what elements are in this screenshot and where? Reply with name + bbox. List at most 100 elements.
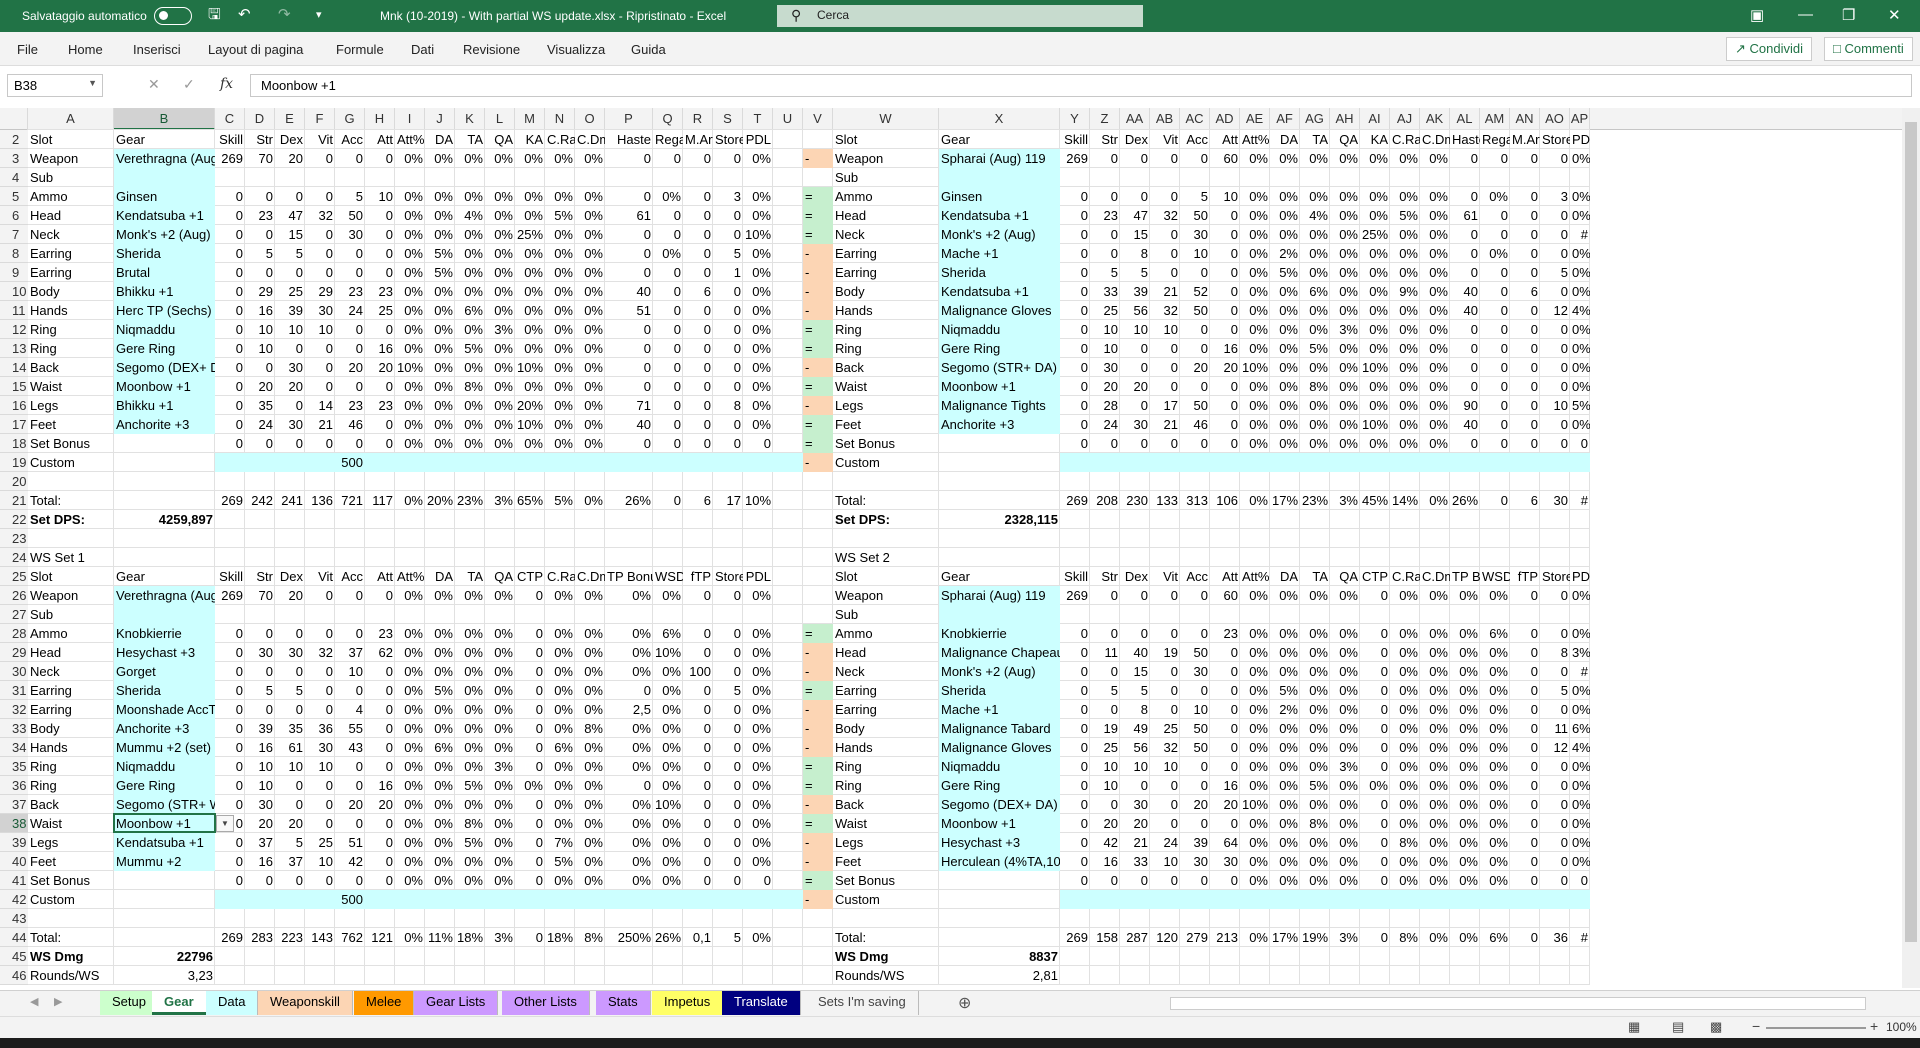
cell[interactable]: 0: [1210, 225, 1240, 244]
column-header[interactable]: G: [335, 108, 365, 130]
cell[interactable]: 0%: [1300, 738, 1330, 757]
cell[interactable]: 61: [275, 738, 305, 757]
cell[interactable]: 0%: [1240, 491, 1270, 510]
cell[interactable]: 0%: [1240, 738, 1270, 757]
cell[interactable]: [653, 453, 683, 472]
row-header[interactable]: 45: [0, 947, 28, 966]
cell[interactable]: 0%: [743, 852, 773, 871]
cell[interactable]: 0: [215, 757, 245, 776]
cell[interactable]: [773, 548, 803, 567]
cell[interactable]: 0%: [1450, 795, 1480, 814]
cell[interactable]: Malignance Gloves: [939, 738, 1060, 757]
cell[interactable]: 0: [683, 871, 713, 890]
cell[interactable]: 0: [1510, 624, 1540, 643]
row-header[interactable]: 44: [0, 928, 28, 947]
cell[interactable]: Store: [1540, 567, 1570, 586]
cell[interactable]: 0%: [425, 776, 455, 795]
cell[interactable]: 0%: [485, 586, 515, 605]
cell[interactable]: Att%: [1240, 567, 1270, 586]
cell[interactable]: 0%: [575, 244, 605, 263]
cell[interactable]: [1360, 548, 1390, 567]
enter-icon[interactable]: ✓: [183, 76, 195, 93]
cell[interactable]: 0: [683, 149, 713, 168]
cell[interactable]: 0%: [575, 225, 605, 244]
cell[interactable]: 32: [305, 206, 335, 225]
cell[interactable]: 0: [605, 358, 653, 377]
cell[interactable]: Earring: [28, 681, 114, 700]
column-header[interactable]: T: [743, 108, 773, 130]
cell[interactable]: [1090, 548, 1120, 567]
cell[interactable]: 0: [335, 263, 365, 282]
cell[interactable]: 0%: [425, 206, 455, 225]
cell[interactable]: Att%: [1240, 130, 1270, 149]
cell[interactable]: 0%: [653, 662, 683, 681]
cell[interactable]: 0%: [1240, 206, 1270, 225]
cell[interactable]: 0: [653, 491, 683, 510]
cell[interactable]: 0: [1360, 643, 1390, 662]
cell[interactable]: 0: [1540, 206, 1570, 225]
cell[interactable]: 0%: [545, 415, 575, 434]
cell[interactable]: 0%: [1390, 643, 1420, 662]
cell[interactable]: 0%: [455, 358, 485, 377]
cell[interactable]: Custom: [28, 890, 114, 909]
cell[interactable]: 0%: [575, 415, 605, 434]
cell[interactable]: TA: [455, 567, 485, 586]
cell[interactable]: [395, 947, 425, 966]
cell[interactable]: 3: [1540, 187, 1570, 206]
cell[interactable]: 0%: [485, 415, 515, 434]
cell[interactable]: [1240, 510, 1270, 529]
cell[interactable]: 0: [1450, 149, 1480, 168]
cell[interactable]: 0: [1060, 624, 1090, 643]
cell[interactable]: 5%: [455, 339, 485, 358]
cell[interactable]: Anchorite +3: [114, 719, 215, 738]
cell[interactable]: 0: [1480, 396, 1510, 415]
cell[interactable]: 0: [335, 434, 365, 453]
cell[interactable]: 0: [1480, 415, 1510, 434]
cell[interactable]: [575, 168, 605, 187]
cell[interactable]: [1210, 529, 1240, 548]
cell[interactable]: 0%: [545, 282, 575, 301]
cell[interactable]: 0: [713, 358, 743, 377]
cell[interactable]: 0%: [395, 852, 425, 871]
cell[interactable]: [1300, 472, 1330, 491]
cell[interactable]: Ammo: [28, 187, 114, 206]
cell[interactable]: 0: [1120, 149, 1150, 168]
cell[interactable]: 0%: [425, 624, 455, 643]
cell[interactable]: 25%: [1360, 225, 1390, 244]
cell[interactable]: [275, 605, 305, 624]
cell[interactable]: 0%: [425, 700, 455, 719]
cell[interactable]: [455, 529, 485, 548]
cell[interactable]: [425, 605, 455, 624]
cell[interactable]: 0%: [575, 301, 605, 320]
cell[interactable]: 0: [1090, 434, 1120, 453]
cell[interactable]: 0%: [455, 263, 485, 282]
cell[interactable]: 6: [1510, 282, 1540, 301]
cell[interactable]: 37: [275, 852, 305, 871]
cell[interactable]: [455, 453, 485, 472]
cell[interactable]: 0: [1540, 757, 1570, 776]
cell[interactable]: 0: [605, 339, 653, 358]
cell[interactable]: 0: [215, 833, 245, 852]
cell[interactable]: Waist: [28, 377, 114, 396]
cell[interactable]: 0: [215, 377, 245, 396]
cell[interactable]: [1540, 890, 1570, 909]
cell[interactable]: 0: [335, 320, 365, 339]
comments-button[interactable]: □ Commenti: [1824, 37, 1913, 61]
cell[interactable]: DA: [425, 567, 455, 586]
cell[interactable]: 0: [305, 377, 335, 396]
cell[interactable]: Gorget: [114, 662, 215, 681]
cell[interactable]: 20: [245, 377, 275, 396]
cell[interactable]: 0: [605, 244, 653, 263]
cell[interactable]: 0: [683, 225, 713, 244]
cell[interactable]: 0%: [1330, 814, 1360, 833]
cell[interactable]: [773, 833, 803, 852]
cell[interactable]: [1060, 890, 1090, 909]
cell[interactable]: 0%: [485, 643, 515, 662]
cell[interactable]: 0: [365, 244, 395, 263]
cell[interactable]: [1240, 605, 1270, 624]
cell[interactable]: [485, 453, 515, 472]
cell[interactable]: 0%: [1420, 681, 1450, 700]
cell[interactable]: 0%: [1390, 244, 1420, 263]
cell[interactable]: 0%: [1570, 206, 1590, 225]
cell[interactable]: =: [803, 206, 833, 225]
